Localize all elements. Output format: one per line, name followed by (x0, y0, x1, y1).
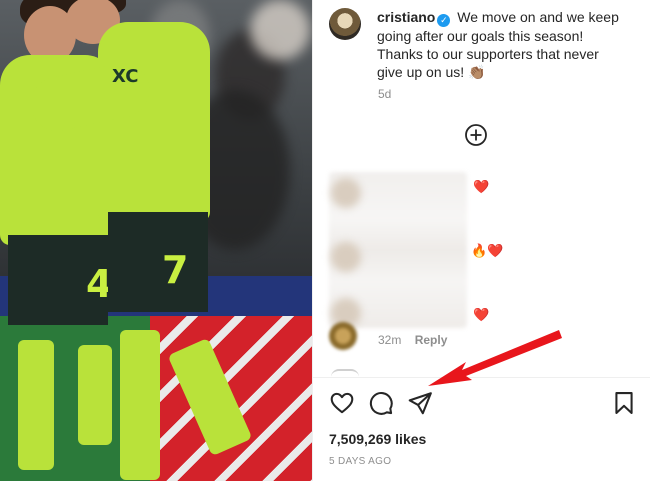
post-date: 5 DAYS AGO (329, 456, 392, 467)
plus-circle-icon[interactable] (464, 123, 488, 147)
comment-reaction: 🔥❤️ (471, 243, 504, 258)
reply-button[interactable]: Reply (415, 333, 448, 347)
clap-emoji: 👏🏽 (468, 64, 486, 80)
action-bar (329, 390, 635, 416)
comment-avatar (331, 369, 359, 377)
comment-time[interactable]: 32m (378, 333, 401, 347)
player-sock (18, 340, 54, 470)
comment-reaction: ❤️ (473, 179, 490, 194)
post-side-panel: cristiano ✓ We move on and we keep going … (312, 0, 650, 481)
post-photo[interactable]: 4 XC 7 (0, 0, 312, 481)
player-sock (78, 345, 112, 445)
divider (313, 377, 650, 378)
comment-meta: 32m Reply (378, 333, 457, 347)
player-jersey (98, 22, 210, 222)
caption-row: cristiano ✓ We move on and we keep going … (329, 8, 639, 81)
verified-badge-icon: ✓ (437, 14, 451, 27)
likes-count[interactable]: 7,509,269 likes (329, 431, 426, 447)
player-sock (120, 330, 160, 480)
bookmark-icon[interactable] (611, 390, 637, 416)
player-shorts (108, 212, 208, 312)
avatar[interactable] (329, 8, 361, 40)
comment-list: ❤️ 🔥❤️ ❤️ 32m Reply (329, 172, 639, 372)
caption: cristiano ✓ We move on and we keep going … (377, 8, 627, 81)
paper-plane-icon[interactable] (407, 390, 433, 416)
comment-avatar (331, 242, 361, 272)
username[interactable]: cristiano (377, 9, 435, 25)
caption-time[interactable]: 5d (378, 87, 391, 101)
crowd-figure (250, 0, 310, 60)
comment-avatar[interactable] (329, 322, 357, 350)
player-number: 7 (162, 248, 189, 292)
kit-sponsor: XC (112, 66, 139, 87)
heart-icon[interactable] (329, 390, 355, 416)
comment-avatar (331, 178, 361, 208)
comment-reaction: ❤️ (473, 307, 490, 322)
comment-bubble-icon[interactable] (368, 390, 394, 416)
